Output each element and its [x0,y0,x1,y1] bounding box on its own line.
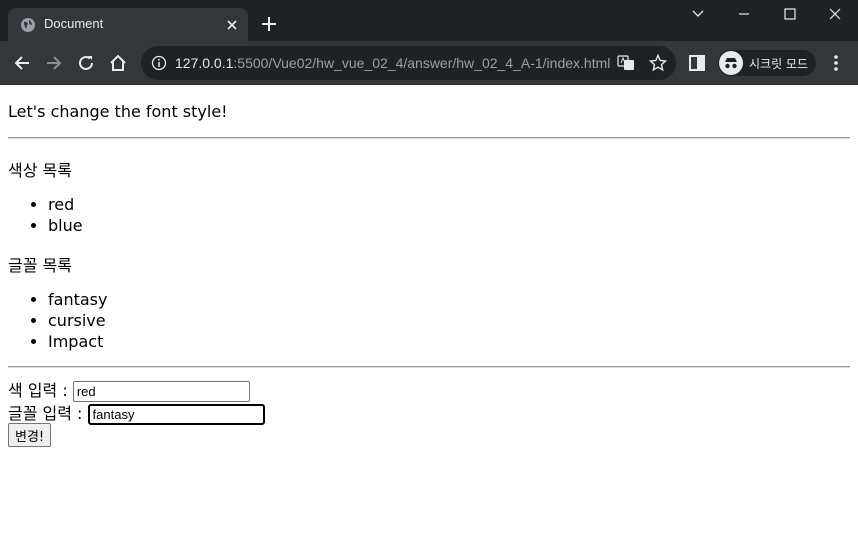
arrow-right-icon[interactable] [44,53,64,73]
color-row: 색 입력 : [8,377,250,402]
page-content: Let's change the font style! 색상 목록 red b… [0,85,858,558]
url-text[interactable]: 127.0.0.1:5500/Vue02/hw_vue_02_4/answer/… [175,55,610,71]
plus-icon[interactable] [260,15,278,33]
kebab-menu-icon[interactable] [828,53,844,73]
colors-list: red blue [8,194,83,236]
fonts-list: fantasy cursive Impact [8,289,107,352]
url-path: :5500/Vue02/hw_vue_02_4/answer/hw_02_4_A… [233,55,611,71]
browser-tab[interactable]: Document [8,8,248,41]
font-label: 글꼴 입력 : [8,404,83,423]
url-host: 127.0.0.1 [175,55,234,71]
page-headline: Let's change the font style! [8,102,228,121]
tab-strip: Document [0,0,858,41]
minimize-icon[interactable] [734,6,754,22]
home-icon[interactable] [108,53,128,73]
color-input[interactable] [72,381,250,402]
divider [8,366,850,368]
incognito-button[interactable]: 시크릿 모드 [718,50,816,76]
divider [8,137,850,139]
translate-icon[interactable] [617,55,635,71]
info-icon[interactable] [151,55,167,71]
chevron-down-icon[interactable] [688,6,708,22]
browser-toolbar: 127.0.0.1:5500/Vue02/hw_vue_02_4/answer/… [0,41,858,85]
color-label: 색 입력 : [8,381,68,400]
globe-icon [21,18,35,32]
side-panel-icon[interactable] [688,54,706,72]
incognito-label: 시크릿 모드 [749,57,809,71]
font-row: 글꼴 입력 : [8,400,265,425]
colors-title: 색상 목록 [8,161,72,180]
list-item: blue [48,215,83,236]
list-item: red [48,194,83,215]
maximize-icon[interactable] [780,6,800,22]
incognito-icon [719,51,743,75]
arrow-left-icon[interactable] [12,53,32,73]
list-item: cursive [48,310,107,331]
tab-title: Document [44,16,104,31]
font-input[interactable] [87,404,265,425]
reload-icon[interactable] [76,53,96,73]
star-icon[interactable] [649,54,667,72]
list-item: fantasy [48,289,107,310]
close-icon[interactable] [224,17,240,33]
apply-button[interactable]: 변경! [8,423,52,447]
window-close-icon[interactable] [825,6,845,22]
address-bar[interactable]: 127.0.0.1:5500/Vue02/hw_vue_02_4/answer/… [141,46,676,80]
fonts-title: 글꼴 목록 [8,256,72,275]
list-item: Impact [48,331,107,352]
